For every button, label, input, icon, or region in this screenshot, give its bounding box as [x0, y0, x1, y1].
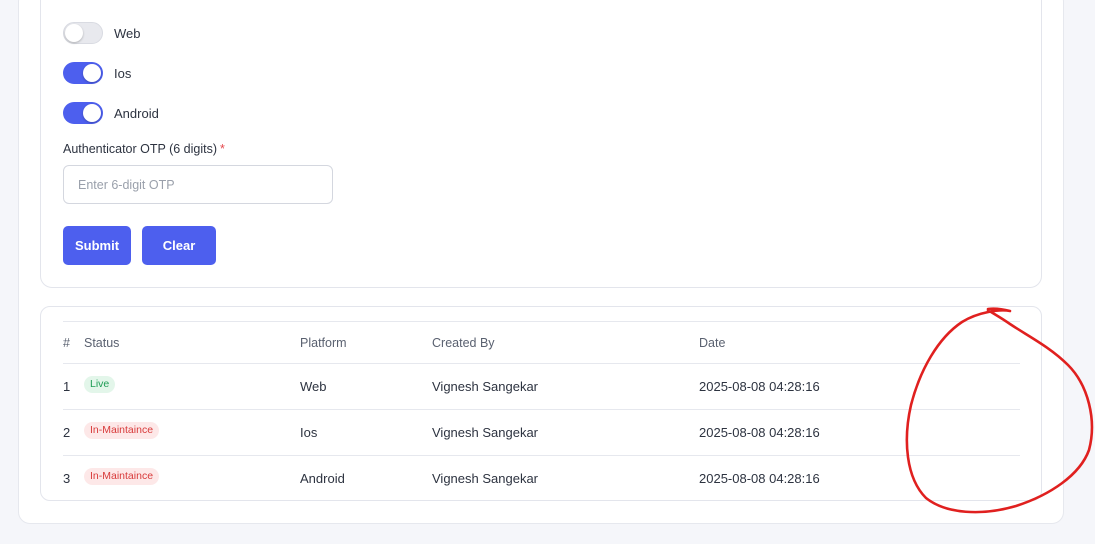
toggle-label-android: Android: [114, 105, 159, 121]
required-marker: *: [220, 142, 225, 156]
otp-label-text: Authenticator OTP (6 digits): [63, 142, 218, 156]
table-row: 2 In-Maintaince Ios Vignesh Sangekar 202…: [63, 409, 1020, 455]
status-cell: In-Maintaince: [84, 408, 160, 453]
row-number: 1: [63, 379, 71, 394]
row-number: 2: [63, 425, 71, 440]
created-by-cell: Vignesh Sangekar: [432, 379, 539, 394]
table-header-row: # Status Platform Created By Date: [63, 321, 1020, 363]
submit-button[interactable]: Submit: [63, 226, 131, 265]
header-platform: Platform: [300, 335, 347, 350]
otp-field-label: Authenticator OTP (6 digits) *: [63, 142, 225, 156]
status-badge: In-Maintaince: [84, 422, 160, 439]
header-created-by: Created By: [432, 335, 495, 350]
otp-input[interactable]: [63, 165, 333, 204]
toggle-label-web: Web: [114, 25, 141, 41]
header-status: Status: [84, 335, 120, 350]
status-badge: Live: [84, 376, 116, 393]
row-number: 3: [63, 471, 71, 486]
platform-status-table: # Status Platform Created By Date 1 Live…: [63, 321, 1020, 501]
status-cell: Live: [84, 362, 116, 407]
created-by-cell: Vignesh Sangekar: [432, 471, 539, 486]
table-row: 1 Live Web Vignesh Sangekar 2025-08-08 0…: [63, 363, 1020, 409]
date-cell: 2025-08-08 04:28:16: [699, 471, 820, 486]
toggle-row-android: Android: [63, 102, 159, 124]
status-badge: In-Maintaince: [84, 468, 160, 485]
date-cell: 2025-08-08 04:28:16: [699, 379, 820, 394]
table-row: 3 In-Maintaince Android Vignesh Sangekar…: [63, 455, 1020, 501]
clear-button[interactable]: Clear: [142, 226, 216, 265]
toggle-knob: [65, 24, 83, 42]
android-toggle-switch[interactable]: [63, 102, 103, 124]
ios-toggle-switch[interactable]: [63, 62, 103, 84]
toggle-row-web: Web: [63, 22, 141, 44]
toggle-label-ios: Ios: [114, 65, 132, 81]
platform-cell: Android: [300, 471, 345, 486]
platform-cell: Web: [300, 379, 327, 394]
header-date: Date: [699, 335, 726, 350]
header-number: #: [63, 335, 70, 350]
toggle-row-ios: Ios: [63, 62, 131, 84]
toggle-knob: [83, 104, 101, 122]
platform-cell: Ios: [300, 425, 318, 440]
status-cell: In-Maintaince: [84, 454, 160, 499]
toggle-knob: [83, 64, 101, 82]
web-toggle-switch[interactable]: [63, 22, 103, 44]
created-by-cell: Vignesh Sangekar: [432, 425, 539, 440]
page: Web Ios Android Authenticator OTP (6 dig…: [0, 0, 1095, 544]
date-cell: 2025-08-08 04:28:16: [699, 425, 820, 440]
